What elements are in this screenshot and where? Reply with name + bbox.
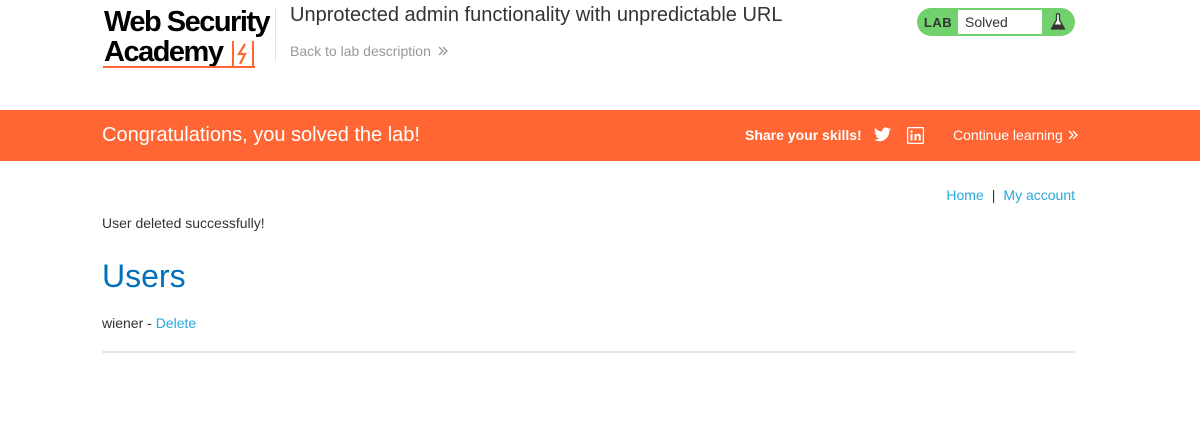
linkedin-icon[interactable] (907, 127, 924, 144)
congratulations-message: Congratulations, you solved the lab! (102, 124, 420, 146)
header-divider (275, 8, 276, 62)
back-link-label: Back to lab description (290, 43, 431, 59)
double-chevron-right-icon (1068, 130, 1078, 140)
lab-badge: LAB (923, 14, 953, 30)
logo-line-1: Web Security (104, 6, 271, 38)
page-title: Users (102, 258, 186, 294)
page-header: Web Security Academy Unprotected admin f… (0, 0, 1200, 110)
lab-status-text: Solved (958, 10, 1042, 34)
home-link[interactable]: Home (946, 187, 983, 203)
share-skills-label: Share your skills! (745, 127, 862, 143)
solved-banner: Congratulations, you solved the lab! Sha… (0, 110, 1200, 161)
user-separator: - (143, 315, 156, 331)
web-security-academy-logo[interactable]: Web Security Academy (103, 6, 275, 72)
continue-learning-label: Continue learning (953, 127, 1063, 143)
twitter-icon[interactable] (874, 127, 891, 142)
logo-underline (103, 66, 255, 68)
academy-lightning-icon (232, 41, 254, 68)
lab-title: Unprotected admin functionality with unp… (290, 4, 783, 26)
delete-user-link[interactable]: Delete (156, 315, 196, 331)
list-item: wiener - Delete (102, 315, 196, 331)
continue-learning-link[interactable]: Continue learning (953, 127, 1079, 143)
logo-line-2: Academy (104, 36, 224, 68)
top-nav: Home | My account (946, 187, 1075, 203)
divider (102, 351, 1075, 353)
my-account-link[interactable]: My account (1003, 187, 1075, 203)
double-chevron-right-icon (438, 46, 448, 56)
status-message: User deleted successfully! (102, 215, 265, 231)
flask-icon (1046, 10, 1070, 34)
lab-status-widget: LAB Solved (917, 8, 1075, 36)
username: wiener (102, 315, 144, 331)
nav-separator: | (991, 187, 996, 203)
back-to-lab-description-link[interactable]: Back to lab description (290, 43, 449, 59)
